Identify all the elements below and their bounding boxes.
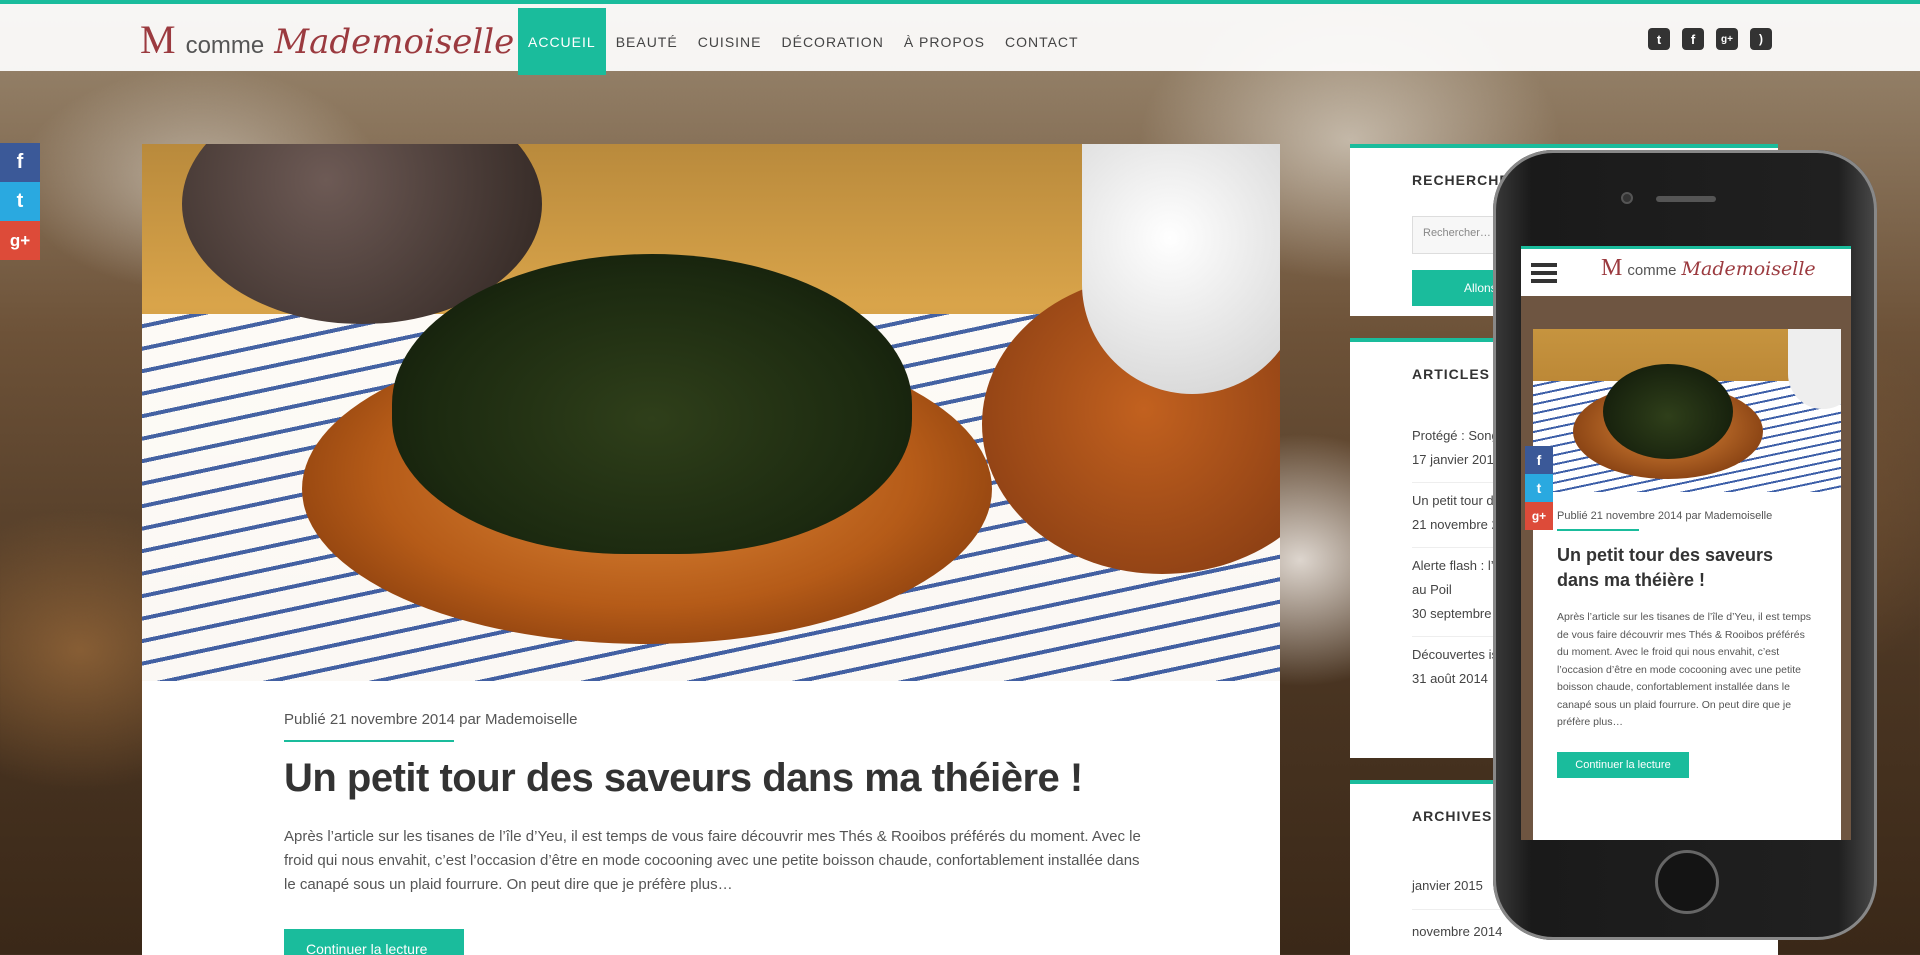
site-header: M comme Mademoiselle ACCUEIL BEAUTÉ CUIS…	[0, 4, 1920, 75]
nav-accueil[interactable]: ACCUEIL	[518, 8, 606, 75]
mobile-logo[interactable]: M comme Mademoiselle	[1601, 255, 1816, 282]
nav-cuisine[interactable]: CUISINE	[688, 8, 772, 75]
post-image[interactable]	[142, 144, 1280, 681]
hamburger-menu-icon[interactable]	[1531, 263, 1557, 283]
mobile-meta-divider	[1557, 529, 1639, 531]
phone-home-button	[1655, 850, 1719, 914]
post-meta: Publié 21 novembre 2014 par Mademoiselle	[284, 711, 578, 728]
nav-decoration[interactable]: DÉCORATION	[772, 8, 894, 75]
logo-m: M	[140, 17, 176, 62]
share-googleplus-icon[interactable]: g+	[0, 221, 40, 260]
twitter-icon[interactable]: t	[1648, 28, 1670, 50]
rss-icon[interactable]: )	[1750, 28, 1772, 50]
mobile-googleplus-icon[interactable]: g+	[1525, 502, 1553, 530]
phone-mockup: M comme Mademoiselle Publié 21 novembre …	[1493, 150, 1877, 940]
share-facebook-icon[interactable]: f	[0, 143, 40, 182]
main-nav: ACCUEIL BEAUTÉ CUISINE DÉCORATION À PROP…	[518, 8, 1089, 75]
post-title[interactable]: Un petit tour des saveurs dans ma théièr…	[284, 756, 1280, 801]
search-widget-title: RECHERCHE	[1412, 172, 1510, 188]
mobile-header: M comme Mademoiselle	[1521, 246, 1851, 296]
phone-camera	[1621, 192, 1633, 204]
nav-a-propos[interactable]: À PROPOS	[894, 8, 995, 75]
social-links: t f g+ )	[1648, 28, 1772, 50]
phone-screen: M comme Mademoiselle Publié 21 novembre …	[1521, 246, 1851, 840]
site-logo[interactable]: M comme Mademoiselle	[140, 16, 515, 62]
mobile-post-meta: Publié 21 novembre 2014 par Mademoiselle	[1557, 510, 1773, 522]
featured-post: Publié 21 novembre 2014 par Mademoiselle…	[142, 144, 1280, 955]
googleplus-icon[interactable]: g+	[1716, 28, 1738, 50]
share-bar: f t g+	[0, 143, 40, 260]
read-more-button[interactable]: Continuer la lecture	[284, 929, 464, 955]
post-excerpt: Après l’article sur les tisanes de l’île…	[284, 828, 1141, 893]
mobile-share-bar: f t g+	[1525, 446, 1553, 530]
mobile-read-more-button[interactable]: Continuer la lecture	[1557, 751, 1689, 778]
mobile-post-image[interactable]	[1533, 329, 1841, 492]
mobile-post-card: Publié 21 novembre 2014 par Mademoiselle…	[1533, 329, 1841, 840]
share-twitter-icon[interactable]: t	[0, 182, 40, 221]
facebook-icon[interactable]: f	[1682, 28, 1704, 50]
meta-divider	[284, 740, 454, 742]
archives-title: ARCHIVES	[1412, 808, 1493, 824]
logo-script: Mademoiselle	[274, 22, 515, 62]
nav-contact[interactable]: CONTACT	[995, 8, 1089, 75]
logo-comme: comme	[185, 32, 265, 59]
mobile-facebook-icon[interactable]: f	[1525, 446, 1553, 474]
phone-speaker	[1656, 196, 1716, 202]
nav-beaute[interactable]: BEAUTÉ	[606, 8, 688, 75]
mobile-post-title[interactable]: Un petit tour des saveurs dans ma théièr…	[1557, 543, 1817, 593]
mobile-post-excerpt: Après l’article sur les tisanes de l’île…	[1557, 611, 1812, 728]
mobile-twitter-icon[interactable]: t	[1525, 474, 1553, 502]
